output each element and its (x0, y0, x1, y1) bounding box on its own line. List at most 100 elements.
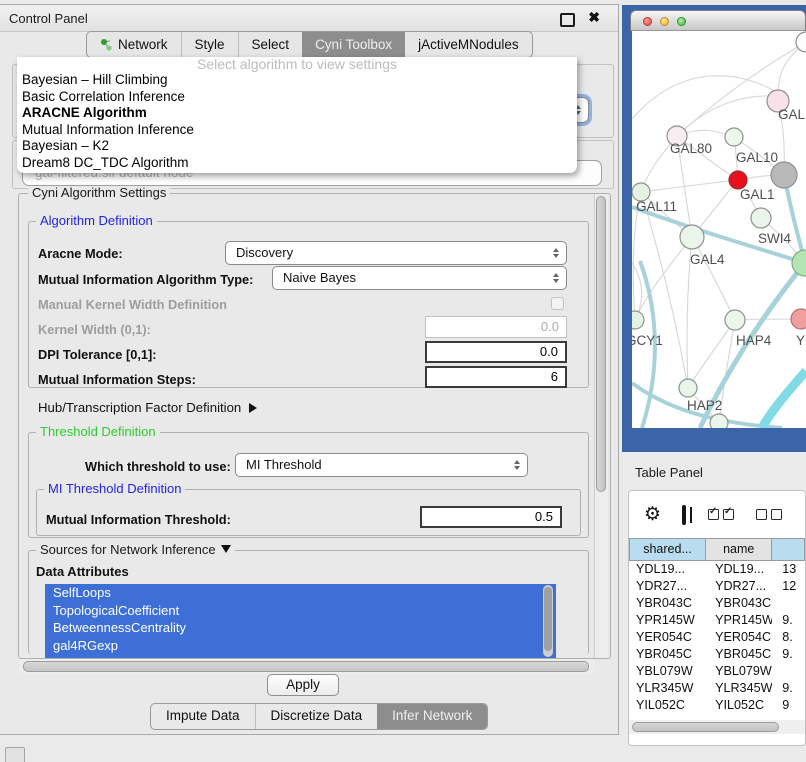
group-title: MI Threshold Definition (44, 482, 185, 496)
network-node[interactable] (725, 310, 745, 330)
column-header-name[interactable]: name (706, 538, 772, 561)
table-panel: ⚙ shared... name YDL19...YDL19...13 YDR2… (628, 490, 806, 746)
network-nodes[interactable] (632, 32, 806, 428)
table-row[interactable]: YIL052CYIL052C9 (629, 697, 805, 714)
tab-select[interactable]: Select (238, 32, 303, 57)
aracne-mode-label: Aracne Mode: (38, 246, 123, 261)
network-icon (100, 38, 113, 52)
tab-infer-network[interactable]: Infer Network (377, 704, 487, 729)
network-node[interactable] (771, 162, 797, 188)
bottom-left-partial-icon[interactable] (5, 747, 25, 762)
control-panel-title: Control Panel (9, 11, 88, 26)
network-node[interactable] (632, 311, 644, 329)
network-node[interactable] (679, 379, 697, 397)
table-row[interactable]: YDL19...YDL19...13 (629, 561, 805, 578)
gear-icon[interactable]: ⚙ (644, 503, 661, 526)
network-node[interactable] (710, 414, 728, 428)
node-label: GAL11 (636, 199, 677, 214)
which-threshold-label: Which threshold to use: (85, 459, 231, 474)
network-window-titlebar[interactable] (630, 10, 806, 31)
window-minimize-icon[interactable] (660, 17, 669, 26)
column-header-partial[interactable] (772, 538, 805, 561)
column-header-shared-name[interactable]: shared... (629, 538, 706, 561)
tab-style[interactable]: Style (181, 32, 238, 57)
combo-arrows-icon (553, 273, 559, 283)
mi-threshold-field[interactable]: 0.5 (420, 506, 562, 528)
window-close-icon[interactable] (643, 17, 652, 26)
combo-arrows-icon (514, 460, 520, 470)
network-node[interactable] (751, 208, 771, 228)
network-graph: GAL GAL80 GAL10 GAL1 GAL11 SWI4 GAL4 GCY… (632, 31, 806, 428)
node-label: GAL (778, 107, 806, 122)
node-label: GCY1 (632, 333, 663, 348)
control-panel-tabbar: Network Style Select Cyni Toolbox jActiv… (86, 31, 533, 58)
kernel-width-field[interactable]: 0.0 (425, 316, 567, 338)
table-row[interactable]: YPR145WYPR145W9. (629, 612, 805, 629)
group-title: Threshold Definition (36, 425, 160, 439)
aracne-mode-select[interactable]: Discovery (225, 241, 567, 265)
dropdown-item[interactable]: Basic Correlation Inference (17, 89, 577, 106)
network-node-labels: GAL GAL80 GAL10 GAL1 GAL11 SWI4 GAL4 GCY… (632, 107, 806, 413)
node-label: GAL1 (740, 187, 775, 202)
table-row[interactable]: YER054CYER054C8. (629, 629, 805, 646)
table-row[interactable]: YBL079WYBL079W (629, 663, 805, 680)
table-row[interactable]: YBR045CYBR045C9. (629, 646, 805, 663)
node-label: Y (796, 333, 805, 348)
deselect-all-icon[interactable] (756, 509, 782, 520)
settings-hscrollbar-thumb[interactable] (23, 661, 589, 672)
list-item[interactable]: TopologicalCoefficient (45, 602, 556, 620)
tab-cyni-toolbox[interactable]: Cyni Toolbox (302, 32, 405, 57)
which-threshold-select[interactable]: MI Threshold (235, 453, 528, 477)
list-item[interactable]: BetweennessCentrality (45, 619, 556, 637)
table-row[interactable]: YDR27...YDR27...12 (629, 578, 805, 595)
table-toolbar: ⚙ (629, 491, 805, 538)
network-node[interactable] (680, 225, 704, 249)
table-row[interactable]: YLR345WYLR345W9. (629, 680, 805, 697)
network-edge-thick (762, 371, 806, 428)
window-zoom-icon[interactable] (677, 17, 686, 26)
data-attributes-list: SelfLoops TopologicalCoefficient Between… (45, 584, 556, 658)
dropdown-item-selected[interactable]: ARACNE Algorithm (17, 105, 577, 122)
dpi-tolerance-field[interactable]: 0.0 (425, 341, 567, 363)
table-hscrollbar-thumb[interactable] (632, 722, 779, 732)
bottom-tabbar: Impute Data Discretize Data Infer Networ… (150, 703, 488, 730)
dropdown-item[interactable]: Bayesian – Hill Climbing (17, 72, 577, 89)
sources-collapser[interactable]: Sources for Network Inference (36, 543, 235, 557)
node-label: GAL80 (670, 141, 712, 156)
node-label: SWI4 (758, 231, 791, 246)
table-body: YDL19...YDL19...13 YDR27...YDR27...12 YB… (629, 561, 805, 721)
settings-vscrollbar-thumb[interactable] (596, 196, 606, 492)
columns-icon[interactable] (682, 505, 686, 525)
mi-threshold-label: Mutual Information Threshold: (46, 512, 231, 527)
network-node[interactable] (792, 250, 806, 276)
network-node[interactable] (725, 128, 743, 146)
tab-discretize-data[interactable]: Discretize Data (255, 704, 378, 729)
apply-button[interactable]: Apply (267, 674, 339, 696)
dropdown-item[interactable]: Bayesian – K2 (17, 138, 577, 155)
expand-triangle-icon (249, 403, 257, 413)
collapse-triangle-icon (221, 545, 231, 553)
list-scrollbar-thumb[interactable] (544, 587, 552, 651)
tab-jactivemnodules[interactable]: jActiveMNodules (405, 32, 532, 57)
algorithm-dropdown: Select algorithm to view settings Bayesi… (17, 57, 577, 173)
tab-label: Network (118, 33, 168, 57)
mi-type-select[interactable]: Naive Bayes (272, 266, 567, 290)
list-item[interactable]: gal4RGexp (45, 637, 556, 655)
list-item[interactable]: SelfLoops (45, 584, 556, 602)
node-label: GAL10 (736, 150, 778, 165)
select-all-icon[interactable] (708, 509, 734, 520)
mi-steps-field[interactable]: 6 (425, 366, 567, 388)
dropdown-item[interactable]: Mutual Information Inference (17, 122, 577, 139)
group-title: Cyni Algorithm Settings (28, 186, 170, 200)
dropdown-item[interactable]: Dream8 DC_TDC Algorithm (17, 155, 577, 172)
close-icon[interactable]: ✖ (588, 9, 600, 26)
network-node[interactable] (791, 309, 806, 329)
manual-kernel-checkbox[interactable] (551, 297, 564, 310)
float-window-icon[interactable] (560, 13, 575, 27)
hub-definition-expander[interactable]: Hub/Transcription Factor Definition (38, 400, 257, 415)
table-row[interactable]: YBR043CYBR043C (629, 595, 805, 612)
tab-impute-data[interactable]: Impute Data (151, 704, 255, 729)
network-canvas[interactable]: GAL GAL80 GAL10 GAL1 GAL11 SWI4 GAL4 GCY… (632, 31, 806, 428)
node-label: HAP2 (687, 398, 722, 413)
tab-network[interactable]: Network (87, 32, 181, 57)
